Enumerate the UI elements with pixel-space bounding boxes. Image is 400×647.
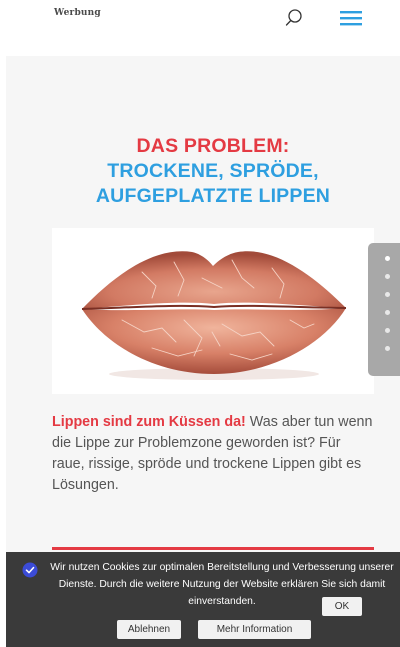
hero-title-line-3: AUFGEPLATZTE LIPPEN — [95, 185, 331, 207]
slide-dot-2[interactable] — [385, 274, 390, 279]
hamburger-menu-icon[interactable] — [340, 10, 362, 26]
search-icon[interactable] — [284, 8, 304, 28]
slide-navigation — [368, 243, 400, 376]
cookie-ok-button[interactable]: OK — [322, 597, 362, 616]
slide-dot-4[interactable] — [385, 310, 390, 315]
hero-title: DAS PROBLEM: TROCKENE, SPRÖDE, AUFGEPLAT… — [52, 134, 374, 209]
slide-dot-3[interactable] — [385, 292, 390, 297]
cookie-more-info-button[interactable]: Mehr Information — [198, 620, 311, 639]
cracked-lips-illustration — [81, 251, 347, 380]
slide-dot-6[interactable] — [385, 346, 390, 351]
hero-title-line-2: TROCKENE, SPRÖDE, — [107, 160, 319, 182]
intro-highlight: Lippen sind zum Küssen da! — [52, 414, 246, 430]
lips-image — [52, 228, 374, 394]
cookie-banner: Wir nutzen Cookies zur optimalen Bereits… — [6, 552, 400, 647]
section-divider — [52, 547, 374, 550]
intro-paragraph: Lippen sind zum Küssen da! Was aber tun … — [52, 412, 374, 496]
brand-label: Werbung — [54, 8, 101, 18]
privacy-shield-icon — [22, 562, 38, 578]
top-navigation-bar: Werbung — [0, 0, 400, 56]
slide-dot-5[interactable] — [385, 328, 390, 333]
slide-dot-1[interactable] — [385, 256, 390, 261]
hero-title-line-1: DAS PROBLEM: — [136, 135, 290, 157]
cookie-decline-button[interactable]: Ablehnen — [117, 620, 181, 639]
